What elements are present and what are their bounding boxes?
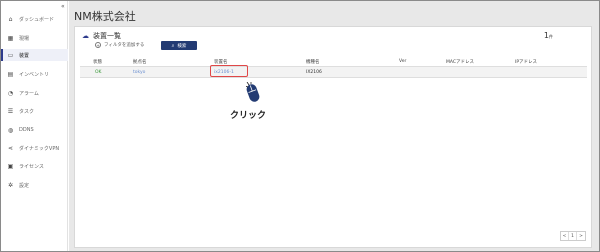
sidebar-item-site[interactable]: ▦ 現場 xyxy=(1,32,68,44)
sidebar-item-alarm[interactable]: ◔ アラーム xyxy=(1,87,68,99)
cell-model: IX2106 xyxy=(306,70,322,75)
sidebar-item-task[interactable]: ☰ タスク xyxy=(1,105,68,117)
search-button-label: 検索 xyxy=(177,43,187,49)
site-icon: ▦ xyxy=(7,34,14,42)
main-area: NM株式会社 ☁ 装置一覧 1件 + フィルタを追加する ⌕ 検索 状態 拠点名… xyxy=(69,1,599,251)
card-title-label: 装置一覧 xyxy=(93,32,121,40)
task-icon: ☰ xyxy=(7,107,14,115)
sidebar-item-label: 設定 xyxy=(19,182,30,189)
sidebar-item-label: 装置 xyxy=(19,52,30,59)
click-annotation: クリック xyxy=(230,111,267,121)
table-row[interactable]: OK tokyo ix2106-1 IX2106 xyxy=(80,67,587,77)
column-header-ip[interactable]: IPアドレス xyxy=(515,59,537,65)
cell-site-link[interactable]: tokyo xyxy=(133,70,145,75)
column-header-status[interactable]: 状態 xyxy=(93,59,102,65)
ddns-icon: ◍ xyxy=(7,126,14,134)
device-icon: ▭ xyxy=(7,51,14,59)
highlight-box xyxy=(210,65,248,77)
sidebar-item-settings[interactable]: ✲ 設定 xyxy=(1,179,68,191)
inventory-icon: ▤ xyxy=(7,70,14,78)
column-header-site[interactable]: 拠点名 xyxy=(133,59,147,65)
sidebar-item-license[interactable]: ▣ ライセンス xyxy=(1,160,68,172)
search-button[interactable]: ⌕ 検索 xyxy=(161,41,197,50)
add-filter-link[interactable]: + フィルタを追加する xyxy=(95,42,144,48)
pager-next-button[interactable]: > xyxy=(577,232,585,240)
card-title: ☁ 装置一覧 xyxy=(82,31,121,41)
add-filter-icon: + xyxy=(95,42,101,48)
sidebar-item-inventory[interactable]: ▤ インベントリ xyxy=(1,68,68,80)
row-divider xyxy=(80,77,587,78)
result-count: 1件 xyxy=(544,31,553,40)
sidebar-item-device[interactable]: ▭ 装置 xyxy=(1,49,68,61)
sidebar-item-label: アラーム xyxy=(19,90,39,97)
sidebar-item-ddns[interactable]: ◍ DDNS xyxy=(1,124,68,136)
mouse-icon xyxy=(246,82,260,102)
sidebar-item-label: ライセンス xyxy=(19,163,44,170)
sidebar-item-label: インベントリ xyxy=(19,71,50,78)
search-icon: ⌕ xyxy=(171,42,175,49)
column-header-model[interactable]: 機種名 xyxy=(306,59,320,65)
sidebar: « ⌂ ダッシュボード ▦ 現場 ▭ 装置 ▤ インベントリ ◔ アラーム ☰ … xyxy=(1,1,68,251)
sidebar-item-label: ダッシュボード xyxy=(19,16,55,23)
cell-status: OK xyxy=(95,70,102,75)
alarm-icon: ◔ xyxy=(7,89,14,97)
column-header-mac[interactable]: MACアドレス xyxy=(446,59,474,65)
sidebar-item-label: ダイナミックVPN xyxy=(19,145,60,152)
sidebar-item-dashboard[interactable]: ⌂ ダッシュボード xyxy=(1,13,68,25)
add-filter-label: フィルタを追加する xyxy=(104,43,145,48)
license-icon: ▣ xyxy=(7,162,14,170)
page-title: NM株式会社 xyxy=(74,10,136,23)
sidebar-item-label: 現場 xyxy=(19,35,30,42)
pager-page-1[interactable]: 1 xyxy=(569,232,577,240)
column-header-ver[interactable]: Ver xyxy=(399,59,406,64)
sidebar-item-label: DDNS xyxy=(19,127,34,133)
sidebar-item-vpn[interactable]: ⋖ ダイナミックVPN xyxy=(1,142,68,154)
sidebar-item-label: タスク xyxy=(19,108,35,115)
pagination: < 1 > xyxy=(560,231,586,241)
dashboard-icon: ⌂ xyxy=(8,15,13,23)
result-count-unit: 件 xyxy=(549,34,553,39)
collapse-sidebar-icon[interactable]: « xyxy=(61,4,65,10)
pager-prev-button[interactable]: < xyxy=(561,232,569,240)
settings-icon: ✲ xyxy=(7,181,14,189)
cloud-icon: ☁ xyxy=(82,32,89,40)
device-list-card: ☁ 装置一覧 1件 + フィルタを追加する ⌕ 検索 状態 拠点名 装置名 機種… xyxy=(74,26,592,248)
vpn-icon: ⋖ xyxy=(7,144,14,152)
